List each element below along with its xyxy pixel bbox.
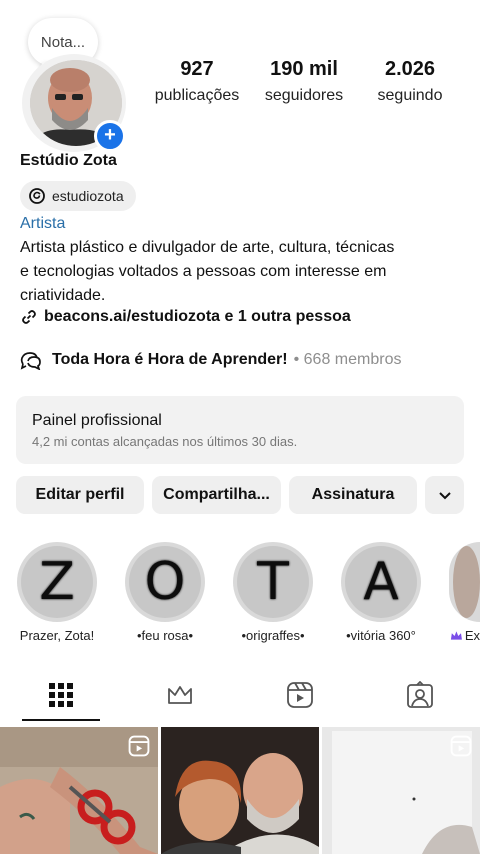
- community-members: • 668 membros: [293, 351, 402, 368]
- tab-tagged[interactable]: [400, 680, 440, 710]
- tab-reels[interactable]: [280, 680, 320, 710]
- highlight-item[interactable]: Z: [17, 542, 97, 622]
- stat-posts[interactable]: 927 publicações: [148, 58, 246, 105]
- bio-line: Artista plástico e divulgador de arte, c…: [20, 239, 395, 256]
- stat-following-label: seguindo: [377, 87, 443, 104]
- highlight-item[interactable]: T: [233, 542, 313, 622]
- plus-icon: +: [104, 124, 116, 146]
- link-icon: [22, 310, 36, 324]
- post-image: [161, 727, 319, 854]
- highlight-item[interactable]: O: [125, 542, 205, 622]
- highlight-cover: [453, 546, 480, 618]
- highlight-label: Prazer, Zota!: [19, 628, 95, 643]
- stat-following[interactable]: 2.026 seguindo: [366, 58, 454, 105]
- reels-icon: [287, 682, 313, 708]
- post-thumbnail[interactable]: [322, 727, 480, 854]
- highlight-label: •origraffes•: [241, 628, 305, 643]
- stat-posts-label: publicações: [154, 87, 240, 104]
- highlight-label: •feu rosa•: [136, 628, 194, 643]
- community-channel[interactable]: Toda Hora é Hora de Aprender! • 668 memb…: [20, 350, 401, 370]
- highlight-cover: A: [345, 546, 417, 618]
- stat-followers[interactable]: 190 mil seguidores: [256, 58, 352, 105]
- reels-icon: [450, 735, 472, 757]
- highlight-cover: Z: [21, 546, 93, 618]
- professional-dashboard[interactable]: Painel profissional 4,2 mi contas alcanç…: [16, 396, 464, 464]
- crown-icon: [450, 630, 462, 640]
- threads-badge[interactable]: estudiozota: [20, 181, 136, 211]
- post-thumbnail[interactable]: [0, 727, 158, 854]
- stat-following-value: 2.026: [384, 58, 436, 80]
- profile-bio: Artista plástico e divulgador de arte, c…: [20, 236, 440, 308]
- add-story-button[interactable]: +: [94, 120, 126, 152]
- highlight-item[interactable]: [449, 542, 480, 622]
- threads-handle: estudiozota: [52, 188, 124, 204]
- highlight-label-exclusive: Ex: [450, 628, 480, 643]
- stat-followers-value: 190 mil: [270, 58, 338, 80]
- profile-category: Artista: [20, 215, 66, 232]
- reels-icon: [128, 735, 150, 757]
- bio-line: e tecnologias voltados a pessoas com int…: [20, 263, 387, 280]
- suggestions-dropdown-button[interactable]: [425, 476, 464, 514]
- highlight-label: •vitória 360°: [346, 628, 416, 643]
- tagged-person-icon: [407, 681, 433, 708]
- post-thumbnail[interactable]: [161, 727, 319, 854]
- note-text: Nota...: [40, 33, 86, 51]
- chevron-down-icon: [438, 492, 451, 500]
- profile-link[interactable]: beacons.ai/estudiozota e 1 outra pessoa: [20, 308, 351, 326]
- tab-grid[interactable]: [41, 680, 81, 710]
- highlight-cover: T: [237, 546, 309, 618]
- crown-icon: [168, 686, 192, 704]
- chat-bubbles-icon: [20, 352, 41, 370]
- stat-posts-value: 927: [180, 58, 214, 80]
- bio-line: criatividade.: [20, 287, 106, 304]
- edit-profile-button[interactable]: Editar perfil: [16, 476, 144, 514]
- profile-link-text: beacons.ai/estudiozota e 1 outra pessoa: [44, 308, 351, 325]
- share-profile-button[interactable]: Compartilha...: [152, 476, 281, 514]
- subscription-button[interactable]: Assinatura: [289, 476, 417, 514]
- highlight-cover: O: [129, 546, 201, 618]
- active-tab-indicator: [22, 719, 100, 721]
- community-name: Toda Hora é Hora de Aprender!: [52, 351, 288, 368]
- panel-subtitle: 4,2 mi contas alcançadas nos últimos 30 …: [32, 434, 298, 449]
- highlight-label: Ex: [464, 628, 480, 643]
- stat-followers-label: seguidores: [264, 87, 344, 104]
- profile-name: Estúdio Zota: [20, 152, 117, 169]
- grid-icon: [49, 683, 73, 707]
- threads-icon: [29, 188, 45, 204]
- panel-title: Painel profissional: [32, 412, 162, 429]
- highlight-item[interactable]: A: [341, 542, 421, 622]
- tab-subscriptions[interactable]: [160, 680, 200, 710]
